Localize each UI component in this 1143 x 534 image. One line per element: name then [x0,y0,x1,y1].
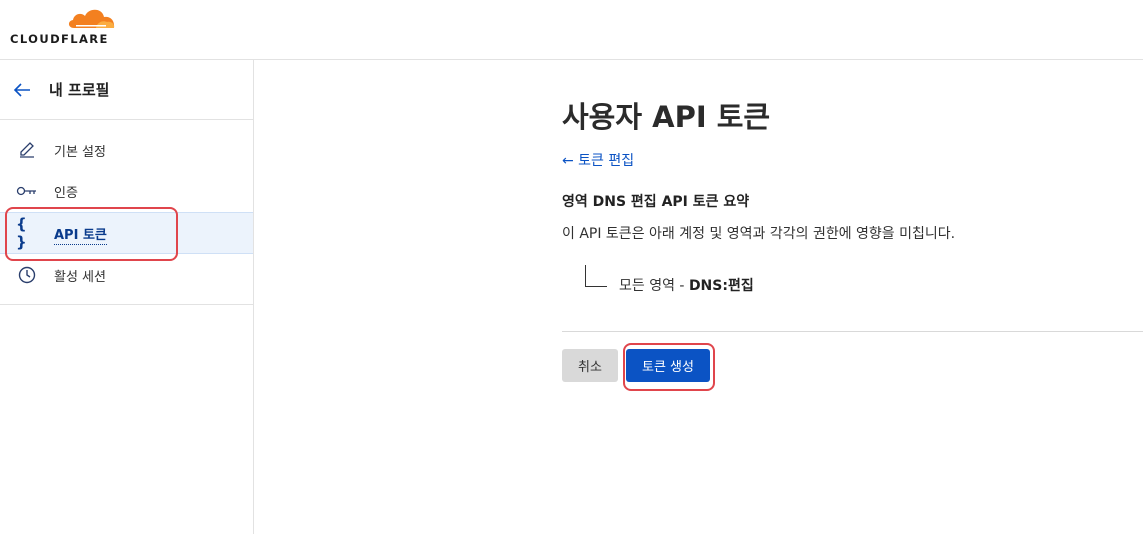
sidebar-item-label: 활성 세션 [54,270,106,285]
sidebar-item-label: 인증 [54,186,78,201]
summary-description: 이 API 토큰은 아래 계정 및 영역과 각각의 권한에 영향을 미칩니다. [562,226,956,242]
page-title: 사용자 API 토큰 [562,100,771,134]
sidebar-item-label: API 토큰 [54,224,107,245]
tree-connector [585,265,607,287]
summary-title: 영역 DNS 편집 API 토큰 요약 [562,194,750,210]
clock-icon [16,265,38,285]
cancel-button[interactable]: 취소 [562,349,618,382]
top-bar: CLOUDFLARE [0,0,1143,60]
sidebar-item-active-sessions[interactable]: 활성 세션 [0,255,253,295]
back-arrow-icon[interactable] [12,80,32,100]
sidebar-item-authentication[interactable]: 인증 [0,171,253,211]
sidebar-item-label: 기본 설정 [54,145,106,160]
pencil-icon [16,140,38,160]
sidebar-item-api-tokens[interactable]: { } API 토큰 [0,212,253,254]
key-icon [16,181,38,201]
main-content: 사용자 API 토큰 ← 토큰 편집 영역 DNS 편집 API 토큰 요약 이… [255,60,1143,534]
logo-text: CLOUDFLARE [10,32,109,46]
sidebar-title: 내 프로필 [49,81,110,99]
cloud-icon [68,9,115,28]
permission-entry: 모든 영역 - DNS:편집 [619,275,754,295]
cloudflare-logo[interactable]: CLOUDFLARE [10,6,120,48]
edit-token-back-link[interactable]: ← 토큰 편집 [562,150,634,170]
sidebar-divider [0,304,253,305]
curly-braces-icon: { } [16,215,27,251]
permission-value: DNS:편집 [688,278,754,294]
sidebar-item-preferences[interactable]: 기본 설정 [0,130,253,170]
permission-scope: 모든 영역 - [619,278,689,294]
actions-divider [562,331,1143,332]
sidebar-header: 내 프로필 [0,60,253,120]
sidebar: 내 프로필 기본 설정 인증 { } API 토큰 활성 세션 [0,60,254,534]
create-token-button[interactable]: 토큰 생성 [626,349,710,382]
